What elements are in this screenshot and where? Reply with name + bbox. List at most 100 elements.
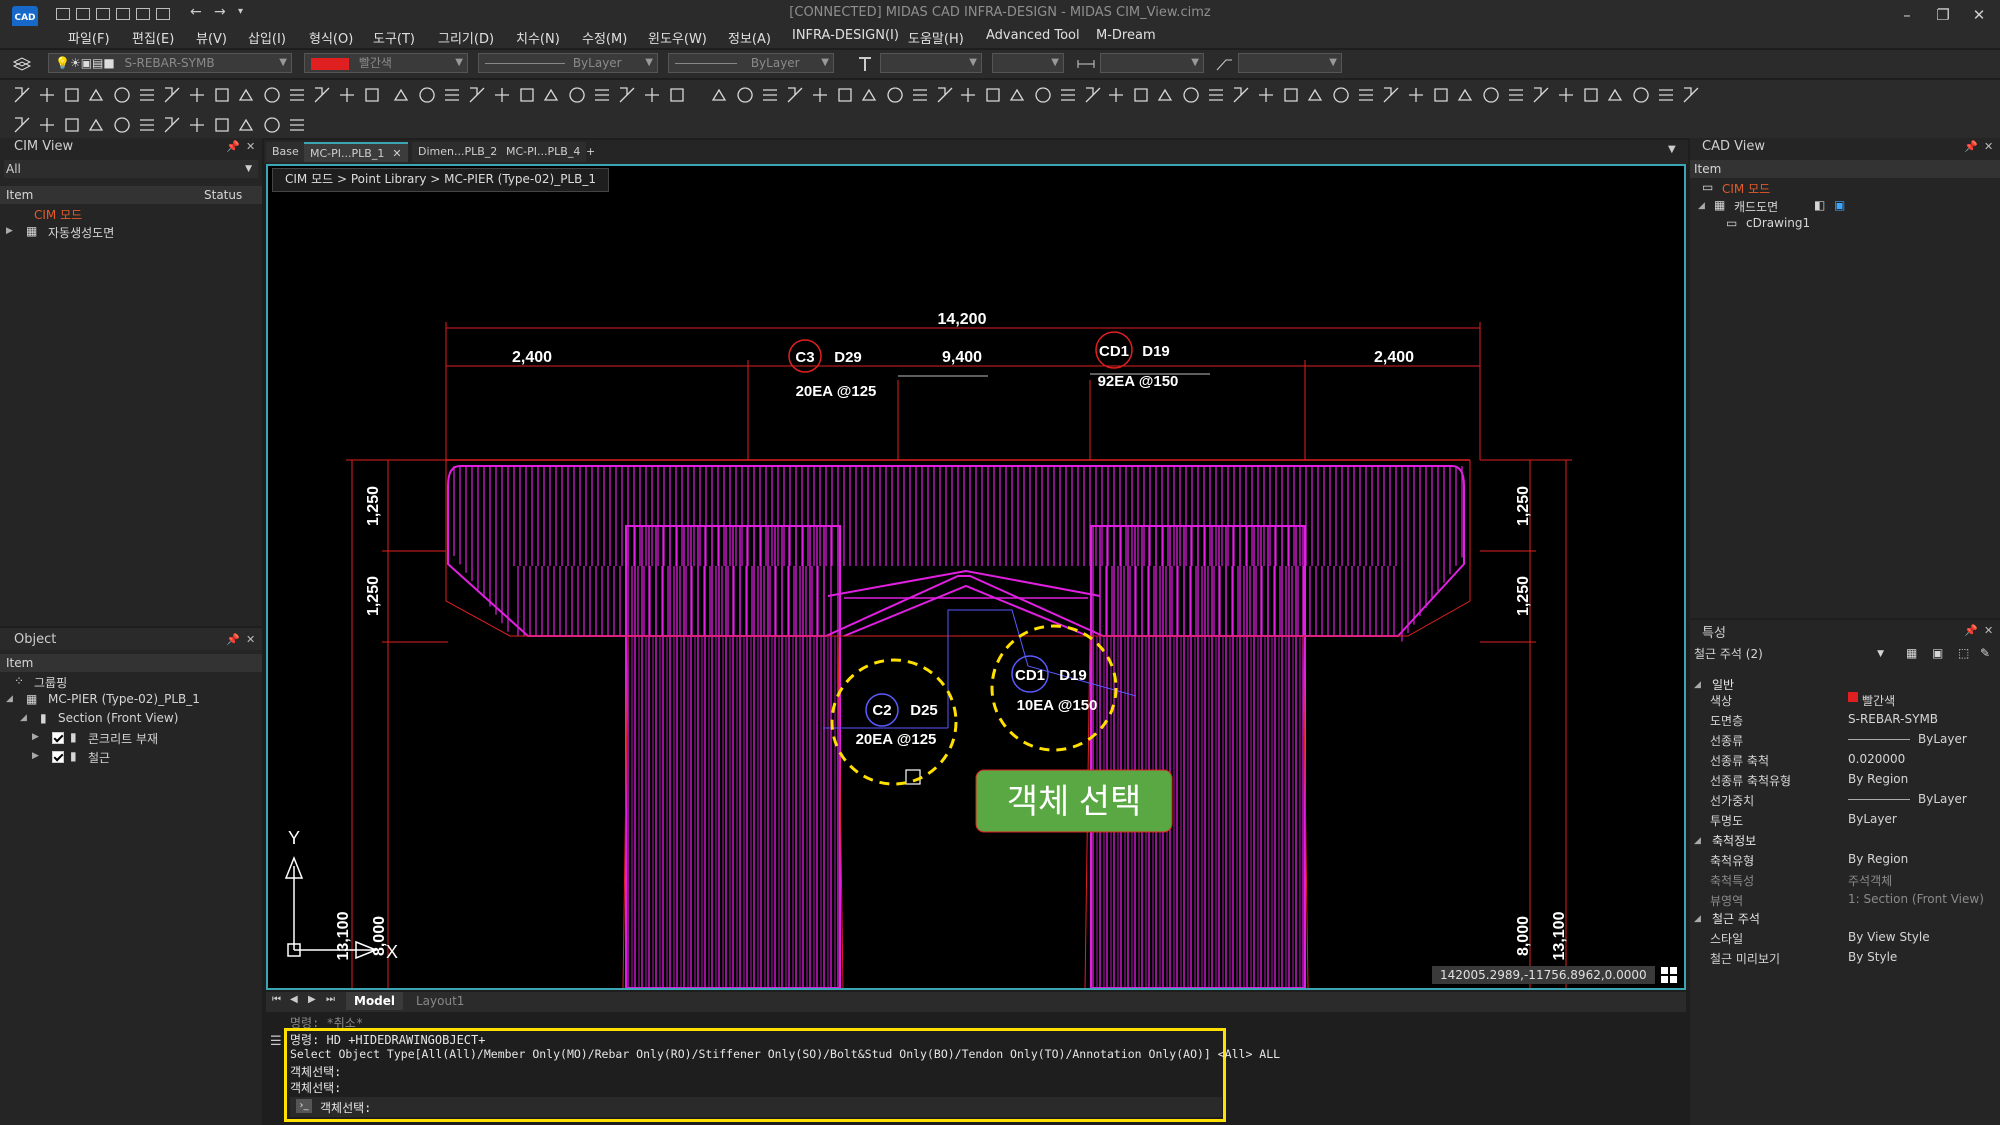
concrete-visibility-checkbox[interactable] bbox=[52, 732, 64, 744]
prop-value-transparency[interactable]: ByLayer bbox=[1848, 812, 1897, 826]
save-as-icon[interactable] bbox=[116, 8, 130, 20]
prop-value-style[interactable]: By View Style bbox=[1848, 930, 1930, 944]
c3-spacing-text[interactable]: 20EA @125 bbox=[796, 383, 877, 400]
collapse-arrow-icon[interactable]: ◢ bbox=[1698, 201, 1705, 211]
plot-icon[interactable] bbox=[156, 8, 170, 20]
prop-value-rebar-preview[interactable]: By Style bbox=[1848, 950, 1897, 964]
draw-tool-icon-24[interactable] bbox=[592, 85, 612, 105]
draw-tool-icon-41[interactable] bbox=[1033, 85, 1053, 105]
close-icon[interactable]: ✕ bbox=[1984, 140, 1993, 153]
tree-item-cim-mode[interactable]: CIM 모드 bbox=[34, 206, 82, 223]
draw-tool-icon-30[interactable] bbox=[760, 85, 780, 105]
new-file-icon[interactable] bbox=[56, 8, 70, 20]
linetype-dropdown[interactable]: ByLayer ▼ bbox=[478, 53, 658, 73]
multileader-style-dropdown[interactable]: ▼ bbox=[1238, 53, 1342, 73]
cd1-spacing-text[interactable]: 92EA @150 bbox=[1098, 373, 1179, 390]
menu-tools[interactable]: 도구(T) bbox=[373, 28, 415, 47]
draw-tool-icon-50[interactable] bbox=[1256, 85, 1276, 105]
cd1-tag-text[interactable]: CD1 bbox=[1099, 343, 1129, 360]
filter-dropdown[interactable]: All ▼ bbox=[4, 160, 258, 178]
layer-dropdown[interactable]: 💡☀▣▤■ S-REBAR-SYMB ▼ bbox=[48, 53, 292, 73]
draw-tool-icon-28[interactable] bbox=[710, 85, 730, 105]
pin-icon[interactable]: 📌 bbox=[1964, 624, 1978, 637]
draw-tool-icon-64[interactable] bbox=[1606, 85, 1626, 105]
draw-tool-icon-17[interactable] bbox=[417, 85, 437, 105]
menu-format[interactable]: 형식(O) bbox=[309, 28, 353, 47]
select-objects-icon[interactable]: ▣ bbox=[1932, 646, 1943, 660]
cd1b-spacing-text[interactable]: 10EA @150 bbox=[1017, 697, 1098, 714]
draw-tool-icon-3[interactable] bbox=[62, 85, 82, 105]
tab-mc-pier-plb4[interactable]: MC-PI...PLB_4 bbox=[500, 142, 587, 162]
view-tool-icon-4[interactable] bbox=[87, 115, 107, 135]
tree-item-rebar[interactable]: 철근 bbox=[88, 749, 110, 766]
draw-tool-icon-61[interactable] bbox=[1531, 85, 1551, 105]
rebar-visibility-checkbox[interactable] bbox=[52, 751, 64, 763]
view-tool-icon-1[interactable] bbox=[12, 115, 32, 135]
draw-tool-icon-2[interactable] bbox=[37, 85, 57, 105]
menu-draw[interactable]: 그리기(D) bbox=[438, 28, 494, 47]
tab-layout1[interactable]: Layout1 bbox=[408, 992, 472, 1010]
close-icon[interactable]: ✕ bbox=[246, 633, 255, 646]
draw-tool-icon-22[interactable] bbox=[542, 85, 562, 105]
draw-tool-icon-40[interactable] bbox=[1008, 85, 1028, 105]
c3-tag-text[interactable]: C3 bbox=[795, 349, 814, 366]
draw-tool-icon-11[interactable] bbox=[262, 85, 282, 105]
close-button[interactable]: ✕ bbox=[1962, 4, 1996, 26]
draw-tool-icon-7[interactable] bbox=[162, 85, 182, 105]
draw-tool-icon-55[interactable] bbox=[1381, 85, 1401, 105]
draw-tool-icon-29[interactable] bbox=[735, 85, 755, 105]
draw-tool-icon-44[interactable] bbox=[1106, 85, 1126, 105]
color-dropdown[interactable]: 빨간색 ▼ bbox=[304, 53, 468, 73]
draw-tool-icon-60[interactable] bbox=[1506, 85, 1526, 105]
collapse-arrow-icon[interactable]: ◢ bbox=[1694, 680, 1701, 690]
tab-base[interactable]: Base bbox=[266, 142, 305, 162]
section-general[interactable]: 일반 bbox=[1712, 676, 1734, 693]
view-tool-icon-7[interactable] bbox=[162, 115, 182, 135]
draw-tool-icon-32[interactable] bbox=[810, 85, 830, 105]
menu-edit[interactable]: 편집(E) bbox=[132, 28, 174, 47]
tab-model[interactable]: Model bbox=[346, 992, 404, 1010]
view-tool-icon-2[interactable] bbox=[37, 115, 57, 135]
view-tool-icon-11[interactable] bbox=[262, 115, 282, 135]
draw-tool-icon-35[interactable] bbox=[885, 85, 905, 105]
selection-dropdown[interactable]: 철근 주석 (2) ▼ bbox=[1690, 644, 1890, 664]
prop-value-layer[interactable]: S-REBAR-SYMB bbox=[1848, 712, 1938, 726]
draw-tool-icon-12[interactable] bbox=[287, 85, 307, 105]
draw-tool-icon-6[interactable] bbox=[137, 85, 157, 105]
text-height-dropdown[interactable]: ▼ bbox=[992, 53, 1064, 73]
draw-tool-icon-67[interactable] bbox=[1681, 85, 1701, 105]
cd1-size-text[interactable]: D19 bbox=[1142, 343, 1170, 360]
draw-tool-icon-9[interactable] bbox=[212, 85, 232, 105]
draw-tool-icon-43[interactable] bbox=[1083, 85, 1103, 105]
draw-tool-icon-18[interactable] bbox=[442, 85, 462, 105]
draw-tool-icon-37[interactable] bbox=[935, 85, 955, 105]
collapse-arrow-icon[interactable]: ◢ bbox=[1694, 914, 1701, 924]
draw-tool-icon-10[interactable] bbox=[237, 85, 257, 105]
draw-tool-icon-26[interactable] bbox=[642, 85, 662, 105]
prop-value-linetype-scale-type[interactable]: By Region bbox=[1848, 772, 1908, 786]
drawing-view-icon[interactable]: ▣ bbox=[1834, 198, 1845, 212]
last-layout-icon[interactable]: ⏭ bbox=[326, 994, 335, 1005]
menu-window[interactable]: 윈도우(W) bbox=[648, 28, 707, 47]
view-tool-icon-12[interactable] bbox=[287, 115, 307, 135]
draw-tool-icon-45[interactable] bbox=[1131, 85, 1151, 105]
expand-arrow-icon[interactable]: ▶ bbox=[32, 732, 39, 742]
pin-icon[interactable]: 📌 bbox=[226, 633, 240, 646]
close-tab-icon[interactable]: ✕ bbox=[392, 147, 401, 160]
prop-value-linetype[interactable]: ByLayer bbox=[1918, 732, 1967, 746]
view-tool-icon-9[interactable] bbox=[212, 115, 232, 135]
menu-help[interactable]: 도움말(H) bbox=[908, 28, 964, 47]
add-tab-button[interactable]: + bbox=[580, 142, 601, 162]
first-layout-icon[interactable]: ⏮ bbox=[272, 994, 281, 1005]
draw-tool-icon-14[interactable] bbox=[337, 85, 357, 105]
text-style-dropdown[interactable]: ▼ bbox=[880, 53, 982, 73]
pin-icon[interactable]: 📌 bbox=[1964, 140, 1978, 153]
pin-icon[interactable]: 📌 bbox=[226, 140, 240, 153]
draw-tool-icon-13[interactable] bbox=[312, 85, 332, 105]
text-style-icon[interactable] bbox=[856, 54, 876, 74]
draw-tool-icon-51[interactable] bbox=[1281, 85, 1301, 105]
undo-icon[interactable]: ← bbox=[190, 4, 202, 20]
tab-list-dropdown-icon[interactable]: ▼ bbox=[1668, 144, 1676, 155]
draw-tool-icon-65[interactable] bbox=[1631, 85, 1651, 105]
close-icon[interactable]: ✕ bbox=[1984, 624, 1993, 637]
